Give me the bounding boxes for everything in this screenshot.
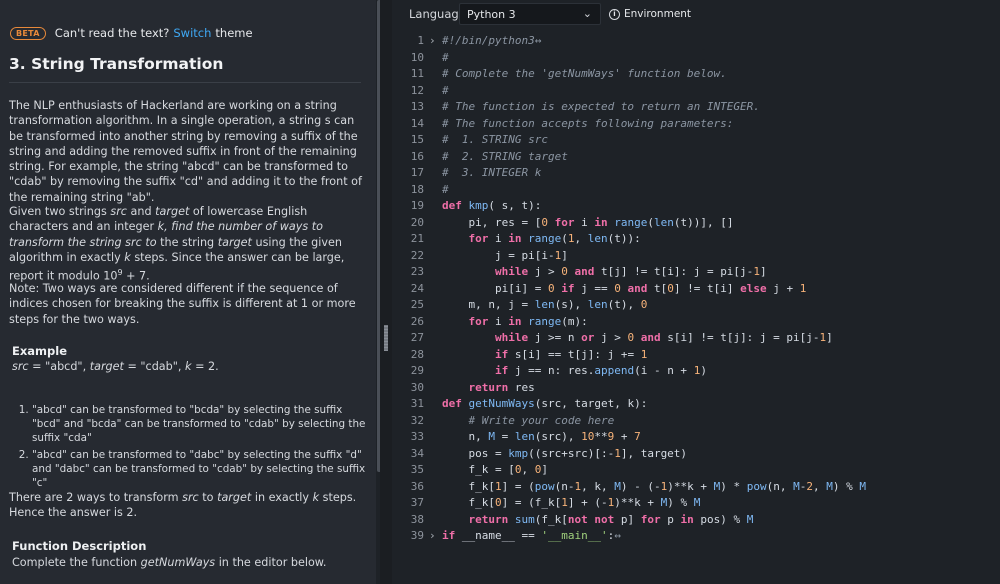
line-number: 35 <box>410 463 424 476</box>
code-line[interactable]: f_k = [0, 0] <box>442 462 548 479</box>
line-number: 21 <box>410 232 424 245</box>
code-line[interactable]: # 3. INTEGER k <box>442 165 541 182</box>
example-heading: Example <box>12 344 67 358</box>
environment-button[interactable]: i Environment <box>609 8 691 20</box>
code-line[interactable]: return sum(f_k[not not p] for p in pos) … <box>442 512 754 529</box>
line-number: 24 <box>410 281 424 295</box>
code-line[interactable]: # Complete the 'getNumWays' function bel… <box>442 66 727 83</box>
line-number: 13 <box>410 100 424 113</box>
code-line[interactable]: def getNumWays(src, target, k): <box>442 396 647 413</box>
code-line[interactable]: if s[i] == t[j]: j += 1 <box>442 347 647 364</box>
language-value: Python 3 <box>467 8 516 21</box>
line-number: 20 <box>410 215 424 229</box>
banner-text-theme: theme <box>215 26 253 40</box>
line-number: 23 <box>410 265 424 278</box>
problem-paragraph-2: Given two strings src and target of lowe… <box>9 205 345 283</box>
line-number: 32 <box>410 413 424 427</box>
language-select[interactable]: Python 3 ⌄ <box>459 3 601 25</box>
code-line[interactable]: while j > 0 and t[j] != t[i]: j = pi[j-1… <box>442 264 767 281</box>
list-item: "abcd" can be transformed to "dabc" by s… <box>32 448 372 491</box>
example-input: src = "abcd", target = "cdab", k = 2. <box>12 360 219 373</box>
list-item: "abcd" can be transformed to "bcda" by s… <box>32 403 372 446</box>
line-number: 11 <box>410 67 424 80</box>
code-line[interactable]: for i in range(1, len(t)): <box>442 231 641 248</box>
code-line[interactable]: # <box>442 182 449 199</box>
line-number: 26 <box>410 314 424 328</box>
line-number: 28 <box>410 347 424 361</box>
line-number: 34 <box>410 446 424 460</box>
line-number: 38 <box>410 512 424 526</box>
example-steps: "abcd" can be transformed to "bcda" by s… <box>18 403 372 492</box>
code-line[interactable]: f_k[1] = (pow(n-1, k, M) - (-1)**k + M) … <box>442 479 865 496</box>
drag-handle-icon[interactable] <box>384 325 388 351</box>
info-icon: i <box>609 8 620 20</box>
fold-arrow-icon[interactable]: › <box>429 528 436 545</box>
line-number: 37 <box>410 496 424 509</box>
problem-note: Note: Two ways are considered different … <box>9 282 356 326</box>
code-line[interactable]: # 2. STRING target <box>442 149 568 166</box>
line-number: 16 <box>410 149 424 163</box>
code-line[interactable]: while j >= n or j > 0 and s[i] != t[j]: … <box>442 330 833 347</box>
code-line[interactable]: for i in range(m): <box>442 314 588 331</box>
code-line[interactable]: f_k[0] = (f_k[1] + (-1)**k + M) % M <box>442 495 700 512</box>
beta-badge: BETA <box>10 26 46 40</box>
code-line[interactable]: j = pi[i-1] <box>442 248 568 265</box>
line-number: 1 <box>417 34 424 47</box>
line-number: 22 <box>410 248 424 262</box>
code-line[interactable]: # 1. STRING src <box>442 132 548 149</box>
line-number: 19 <box>410 199 424 212</box>
code-line[interactable]: if __name__ == '__main__':↔ <box>442 528 621 545</box>
banner-text: Can't read the text? <box>54 26 170 40</box>
line-number: 29 <box>410 364 424 377</box>
code-line[interactable]: #!/bin/python3↔ <box>442 33 541 50</box>
line-number: 27 <box>410 331 424 344</box>
problem-panel: BETA Can't read the text? Switch theme 3… <box>0 0 376 584</box>
example-conclusion: There are 2 ways to transform src to tar… <box>9 491 357 520</box>
code-line[interactable]: # The function accepts following paramet… <box>442 116 733 133</box>
fold-arrow-icon[interactable]: › <box>429 33 436 50</box>
line-number: 25 <box>410 298 424 311</box>
code-line[interactable]: # <box>442 50 449 67</box>
line-number: 39 <box>410 529 424 542</box>
line-number: 18 <box>410 182 424 196</box>
code-line[interactable]: pi[i] = 0 if j == 0 and t[0] != t[i] els… <box>442 281 806 298</box>
chevron-down-icon: ⌄ <box>582 7 592 20</box>
line-number: 17 <box>410 166 424 179</box>
code-line[interactable]: if j == n: res.append(i - n + 1) <box>442 363 707 380</box>
code-line[interactable]: pos = kmp((src+src)[:-1], target) <box>442 446 687 463</box>
code-line[interactable]: pi, res = [0 for i in range(len(t))], [] <box>442 215 733 232</box>
function-description-text: Complete the function getNumWays in the … <box>12 556 327 569</box>
code-editor[interactable]: 1 › #!/bin/python3↔ 10 # 11 # Complete the '… <box>392 30 1000 584</box>
switch-theme-link[interactable]: Switch <box>173 26 211 40</box>
code-line[interactable]: n, M = len(src), 10**9 + 7 <box>442 429 640 446</box>
code-line[interactable]: # The function is expected to return an … <box>442 99 760 116</box>
line-number: 31 <box>410 397 424 410</box>
function-description-heading: Function Description <box>12 539 147 553</box>
editor-toolbar: Language Python 3 ⌄ i Environment <box>392 0 1000 30</box>
theme-banner: BETA Can't read the text? Switch theme <box>10 26 253 40</box>
code-line[interactable]: def kmp( s, t): <box>442 198 541 215</box>
problem-title: 3. String Transformation <box>9 55 224 73</box>
line-number: 15 <box>410 133 424 146</box>
code-line[interactable]: # <box>442 83 449 100</box>
title-divider <box>9 82 361 83</box>
environment-label: Environment <box>624 8 692 20</box>
problem-paragraph-1: The NLP enthusiasts of Hackerland are wo… <box>9 99 362 204</box>
code-line[interactable]: m, n, j = len(s), len(t), 0 <box>442 297 647 314</box>
line-number: 33 <box>410 430 424 443</box>
line-number: 14 <box>410 116 424 130</box>
code-line[interactable]: return res <box>442 380 535 397</box>
line-number: 12 <box>410 83 424 97</box>
line-number: 30 <box>410 380 424 394</box>
line-number: 36 <box>410 479 424 493</box>
code-line[interactable]: # Write your code here <box>442 413 614 430</box>
line-number: 10 <box>410 50 424 64</box>
language-label: Language <box>409 7 466 21</box>
pane-splitter[interactable] <box>380 0 392 584</box>
